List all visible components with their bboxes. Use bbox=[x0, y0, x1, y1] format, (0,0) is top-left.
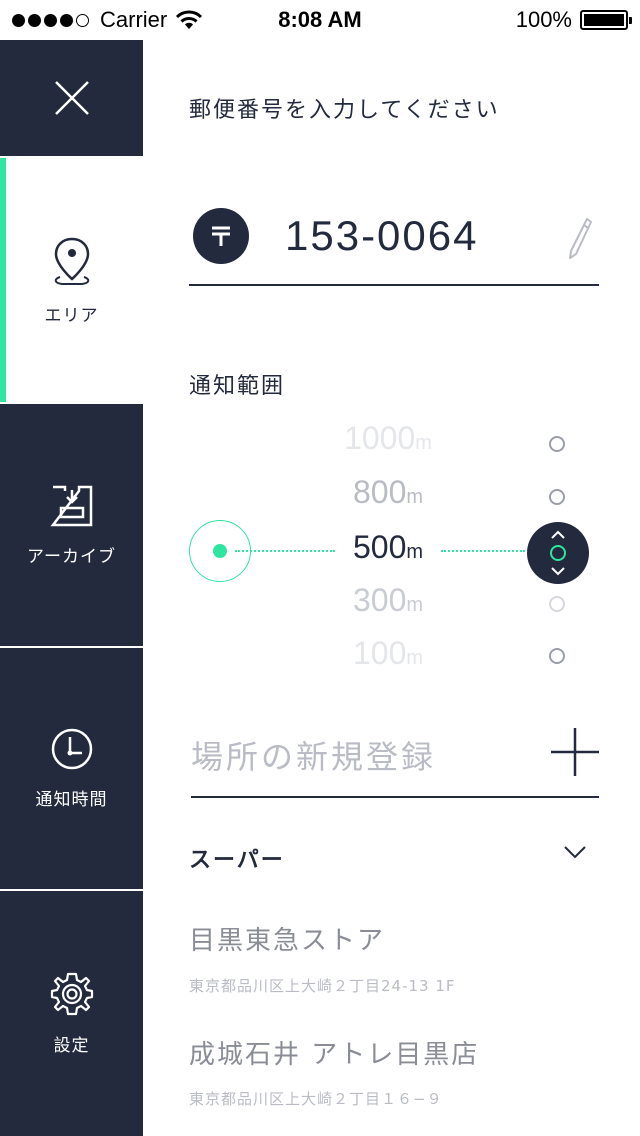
battery-icon bbox=[580, 10, 632, 30]
sidebar-item-settings[interactable]: 設定 bbox=[0, 891, 143, 1136]
sidebar-item-label: 設定 bbox=[53, 1036, 90, 1056]
add-icon[interactable] bbox=[551, 728, 599, 776]
range-dotted-line bbox=[441, 550, 525, 552]
shop-address: 東京都品川区上大崎２丁目24-13 1F bbox=[189, 977, 456, 995]
range-dotted-line bbox=[235, 550, 335, 552]
range-option-800[interactable]: 800m bbox=[293, 474, 483, 511]
close-button[interactable] bbox=[0, 40, 143, 156]
status-bar: Carrier 8:08 AM 100% bbox=[0, 0, 640, 40]
shop-address: 東京都品川区上大崎２丁目１６−９ bbox=[189, 1090, 443, 1108]
pencil-icon[interactable] bbox=[567, 216, 593, 260]
map-pin-icon bbox=[54, 237, 89, 285]
sidebar-item-label: エリア bbox=[44, 305, 99, 326]
shop-name[interactable]: 目黒東急ストア bbox=[189, 920, 385, 957]
clock-icon bbox=[51, 728, 92, 770]
sidebar-item-label: 通知時間 bbox=[35, 790, 108, 810]
status-right: 100% bbox=[515, 7, 632, 33]
sidebar-item-archive[interactable]: アーカイブ bbox=[0, 404, 143, 646]
range-step-dot[interactable] bbox=[549, 436, 565, 452]
new-place-placeholder: 場所の新規登録 bbox=[191, 738, 437, 776]
postal-mark-icon bbox=[193, 208, 249, 264]
postal-code-value[interactable]: 153-0064 bbox=[285, 212, 479, 260]
up-down-icon bbox=[550, 530, 566, 576]
gear-icon bbox=[50, 972, 93, 1016]
close-icon bbox=[54, 81, 89, 115]
range-option-500[interactable]: 500m bbox=[293, 529, 483, 566]
origin-dot bbox=[213, 544, 227, 558]
postal-code-field[interactable]: 153-0064 bbox=[189, 208, 599, 286]
range-option-1000[interactable]: 1000m bbox=[293, 420, 483, 457]
range-step-dot[interactable] bbox=[549, 648, 565, 664]
archive-icon bbox=[49, 485, 92, 526]
shop-name[interactable]: 成城石井 アトレ目黒店 bbox=[189, 1034, 479, 1071]
main-content: 郵便番号を入力してください 153-0064 通知範囲 1000m 800m 5… bbox=[143, 40, 640, 1136]
postal-prompt: 郵便番号を入力してください bbox=[189, 98, 500, 123]
range-option-300[interactable]: 300m bbox=[293, 582, 483, 619]
sidebar-item-area[interactable]: エリア bbox=[0, 158, 143, 402]
range-step-dot[interactable] bbox=[549, 489, 565, 505]
sidebar: エリア アーカイブ 通知時間 設定 bbox=[0, 40, 143, 1136]
battery-percent: 100% bbox=[515, 7, 572, 32]
range-option-100[interactable]: 100m bbox=[293, 635, 483, 672]
category-title[interactable]: スーパー bbox=[189, 842, 285, 874]
chevron-down-icon[interactable] bbox=[563, 844, 587, 860]
sidebar-item-time[interactable]: 通知時間 bbox=[0, 648, 143, 889]
new-place-field[interactable]: 場所の新規登録 bbox=[191, 708, 599, 798]
range-step-dot[interactable] bbox=[549, 596, 565, 612]
sidebar-item-label: アーカイブ bbox=[27, 546, 116, 567]
range-title: 通知範囲 bbox=[189, 374, 286, 399]
range-slider-knob[interactable] bbox=[527, 522, 589, 584]
